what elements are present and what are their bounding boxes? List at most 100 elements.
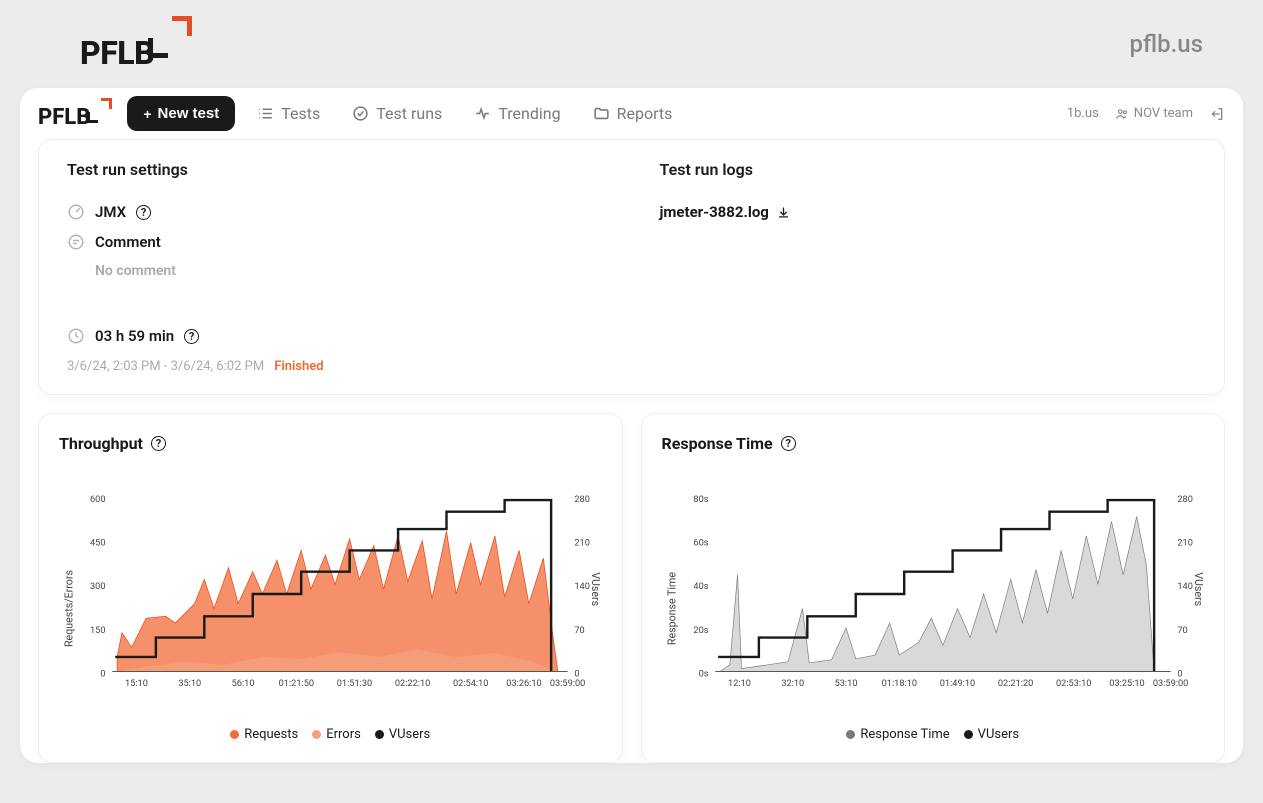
response-time-chart-card: Response Time ? Response Time VUsers 0s …: [641, 413, 1226, 763]
comment-value: No comment: [95, 263, 604, 279]
svg-text:03:59:00: 03:59:00: [550, 678, 585, 689]
jmx-row: JMX ?: [67, 203, 604, 221]
response-time-chart: Response Time VUsers 0s 20s 40s 60s 80s …: [662, 469, 1205, 719]
team-selector[interactable]: NOV team: [1115, 106, 1193, 121]
svg-text:600: 600: [90, 494, 106, 505]
svg-text:03:59:00: 03:59:00: [1152, 678, 1187, 689]
svg-text:0: 0: [100, 668, 105, 679]
svg-text:01:51:30: 01:51:30: [337, 678, 372, 689]
plus-icon: +: [143, 106, 151, 122]
brand-logo-mark-icon: [156, 16, 188, 68]
brand-logo-text: PFLB: [80, 34, 154, 72]
nav-reports[interactable]: Reports: [583, 98, 683, 129]
help-icon[interactable]: ?: [151, 436, 166, 451]
comment-label: Comment: [95, 233, 161, 251]
svg-text:01:18:10: 01:18:10: [881, 678, 916, 689]
chart-title: Throughput: [59, 434, 143, 453]
svg-text:01:21:50: 01:21:50: [279, 678, 314, 689]
nav-label: Trending: [498, 104, 560, 123]
app-panel: PFLB + New test Tests Test runs Trending…: [20, 88, 1243, 763]
svg-text:0s: 0s: [698, 668, 708, 679]
duration-text: 03 h 59 min: [95, 327, 174, 345]
nav-test-runs[interactable]: Test runs: [342, 98, 452, 129]
svg-text:03:25:10: 03:25:10: [1109, 678, 1144, 689]
right-axis-label: VUsers: [1191, 572, 1204, 606]
jmx-label: JMX: [95, 203, 126, 221]
response-time-legend: Response Time VUsers: [662, 727, 1205, 742]
domain-label[interactable]: 1b.us: [1067, 106, 1099, 121]
svg-text:60s: 60s: [693, 538, 708, 549]
svg-text:140: 140: [574, 581, 590, 592]
help-icon[interactable]: ?: [781, 436, 796, 451]
activity-icon: [474, 105, 491, 122]
svg-text:02:22:10: 02:22:10: [395, 678, 430, 689]
app-logo-text: PFLB: [38, 105, 90, 130]
throughput-chart-card: Throughput ? Requests/Errors VUsers 0 15…: [38, 413, 623, 763]
brand-logo-large: PFLB: [80, 16, 188, 72]
svg-text:280: 280: [574, 494, 590, 505]
log-file-link[interactable]: jmeter-3882.log: [660, 203, 1197, 221]
duration-row: 03 h 59 min ?: [67, 327, 604, 345]
legend-response-time[interactable]: Response Time: [846, 727, 949, 742]
legend-vusers[interactable]: VUsers: [964, 727, 1019, 742]
nav-label: Test runs: [376, 104, 442, 123]
x-ticks: 12:10 32:10 53:10 01:18:10 01:49:10 02:2…: [728, 678, 1188, 689]
throughput-legend: Requests Errors VUsers: [59, 727, 602, 742]
svg-text:70: 70: [1177, 625, 1187, 636]
new-test-button[interactable]: + New test: [127, 96, 235, 131]
svg-text:56:10: 56:10: [232, 678, 255, 689]
svg-text:210: 210: [1177, 538, 1193, 549]
timestamp-range: 3/6/24, 2:03 PM - 3/6/24, 6:02 PM: [67, 359, 264, 374]
response-time-series: [720, 517, 1154, 672]
legend-vusers[interactable]: VUsers: [375, 727, 430, 742]
left-y-ticks: 0s 20s 40s 60s 80s: [693, 494, 708, 679]
svg-text:03:26:10: 03:26:10: [506, 678, 541, 689]
settings-column: Test run settings JMX ? Comment No comme…: [39, 140, 632, 394]
left-y-ticks: 0 150 300 450 600: [90, 494, 106, 679]
svg-text:01:49:10: 01:49:10: [939, 678, 974, 689]
svg-text:140: 140: [1177, 581, 1193, 592]
help-icon[interactable]: ?: [136, 205, 151, 220]
brand-site-link[interactable]: pflb.us: [1129, 30, 1203, 58]
left-axis-label: Requests/Errors: [63, 570, 76, 647]
svg-text:53:10: 53:10: [834, 678, 857, 689]
svg-text:15:10: 15:10: [125, 678, 148, 689]
svg-text:12:10: 12:10: [728, 678, 751, 689]
team-label: NOV team: [1134, 106, 1193, 121]
gauge-icon: [67, 203, 85, 221]
legend-errors[interactable]: Errors: [312, 727, 361, 742]
svg-text:02:21:20: 02:21:20: [997, 678, 1032, 689]
app-logo-small[interactable]: PFLB: [38, 98, 109, 130]
download-icon: [776, 205, 791, 220]
nav-label: Tests: [281, 104, 320, 123]
right-y-ticks: 0 70 140 210 280: [1177, 494, 1193, 679]
svg-text:40s: 40s: [693, 581, 708, 592]
nav-tests[interactable]: Tests: [247, 98, 330, 129]
svg-text:80s: 80s: [693, 494, 708, 505]
header-right: 1b.us NOV team: [1067, 106, 1225, 122]
app-header: PFLB + New test Tests Test runs Trending…: [20, 88, 1243, 139]
svg-text:150: 150: [90, 625, 106, 636]
right-y-ticks: 0 70 140 210 280: [574, 494, 590, 679]
app-logo-mark-icon: [91, 98, 109, 128]
folder-icon: [593, 105, 610, 122]
log-file-name: jmeter-3882.log: [660, 203, 769, 221]
svg-text:300: 300: [90, 581, 106, 592]
logs-title: Test run logs: [660, 160, 1197, 179]
new-test-label: New test: [158, 105, 220, 122]
status-badge: Finished: [274, 359, 323, 374]
svg-text:32:10: 32:10: [781, 678, 804, 689]
check-circle-icon: [352, 105, 369, 122]
comment-icon: [67, 233, 85, 251]
nav-trending[interactable]: Trending: [464, 98, 570, 129]
legend-requests[interactable]: Requests: [230, 727, 298, 742]
svg-text:70: 70: [574, 625, 584, 636]
logout-icon[interactable]: [1209, 106, 1225, 122]
right-axis-label: VUsers: [589, 572, 602, 606]
clock-icon: [67, 327, 85, 345]
chart-title: Response Time: [662, 434, 773, 453]
x-ticks: 15:10 35:10 56:10 01:21:50 01:51:30 02:2…: [125, 678, 585, 689]
nav-label: Reports: [617, 104, 673, 123]
list-icon: [257, 105, 274, 122]
help-icon[interactable]: ?: [184, 329, 199, 344]
